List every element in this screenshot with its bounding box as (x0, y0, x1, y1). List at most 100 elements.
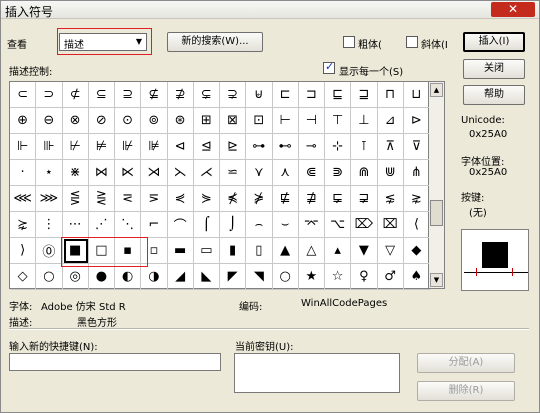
symbol-cell[interactable]: ⊕ (10, 108, 37, 134)
scroll-down-icon[interactable]: ▼ (430, 273, 443, 287)
symbol-cell[interactable]: ⋚ (62, 186, 89, 212)
symbol-cell[interactable]: ⊥ (351, 108, 378, 134)
symbol-cell[interactable]: ⊗ (62, 108, 89, 134)
new-shortcut-input[interactable] (9, 353, 221, 371)
symbol-cell[interactable]: ⋇ (62, 160, 89, 186)
symbol-cell[interactable]: ⋊ (141, 160, 168, 186)
symbol-cell[interactable]: ⊢ (272, 108, 299, 134)
symbol-cell[interactable]: ⊈ (141, 82, 168, 108)
symbol-cell[interactable]: ◣ (193, 264, 220, 290)
delete-button[interactable]: 删除(R) (417, 381, 515, 401)
close-window-button[interactable]: ✕ (491, 2, 535, 17)
symbol-cell[interactable]: ⋣ (298, 186, 325, 212)
symbol-cell[interactable]: ⋝ (141, 186, 168, 212)
symbol-cell[interactable]: ⋎ (246, 160, 273, 186)
symbol-cell[interactable]: ☆ (325, 264, 352, 290)
scroll-up-icon[interactable]: ▲ (430, 83, 443, 97)
symbol-cell[interactable]: ⊳ (403, 108, 430, 134)
symbol-cell[interactable]: △ (298, 238, 325, 264)
symbol-cell[interactable]: ⌒ (167, 212, 194, 238)
symbol-cell[interactable]: ⌡ (220, 212, 247, 238)
symbol-cell[interactable]: ♠ (403, 264, 430, 290)
symbol-cell[interactable]: ⊮ (115, 134, 142, 160)
symbol-cell[interactable]: ⋟ (193, 186, 220, 212)
symbol-cell[interactable]: ⊸ (298, 134, 325, 160)
current-key-list[interactable] (234, 353, 400, 393)
symbol-cell[interactable]: ⟨ (403, 212, 430, 238)
symbol-cell[interactable]: ⊯ (141, 134, 168, 160)
bold-checkbox[interactable] (343, 36, 355, 48)
symbol-cell[interactable]: ⌤ (298, 212, 325, 238)
symbol-cell[interactable]: ⊶ (246, 134, 273, 160)
symbol-cell[interactable]: ⊣ (298, 108, 325, 134)
symbol-cell[interactable]: ● (88, 264, 115, 290)
symbol-cell[interactable]: ⊬ (62, 134, 89, 160)
assign-button[interactable]: 分配(A) (417, 353, 515, 373)
symbol-cell[interactable]: ⊔ (403, 82, 430, 108)
symbol-cell[interactable]: ⊄ (62, 82, 89, 108)
symbol-cell[interactable]: ⊴ (193, 134, 220, 160)
view-select[interactable]: 描述 ▼ (59, 33, 147, 51)
symbol-cell[interactable]: ⌧ (377, 212, 404, 238)
symbol-cell[interactable]: ⊩ (10, 134, 37, 160)
symbol-cell[interactable]: ◥ (246, 264, 273, 290)
italic-checkbox[interactable] (406, 36, 418, 48)
symbol-cell[interactable]: ⊽ (403, 134, 430, 160)
symbol-cell[interactable]: ⊊ (193, 82, 220, 108)
grid-scrollbar[interactable]: ▲ ▼ (429, 81, 445, 289)
symbol-cell[interactable]: ⋜ (115, 186, 142, 212)
symbol-cell[interactable]: ⋤ (325, 186, 352, 212)
symbol-cell[interactable]: ⊃ (36, 82, 63, 108)
symbol-cell[interactable]: ⋰ (88, 212, 115, 238)
symbol-cell[interactable]: ⋍ (220, 160, 247, 186)
show-each-checkbox[interactable] (323, 60, 335, 74)
symbol-cell[interactable]: ⋉ (115, 160, 142, 186)
symbol-cell[interactable]: ⟩ (10, 238, 37, 264)
symbol-cell[interactable]: ⋆ (36, 160, 63, 186)
symbol-cell[interactable]: ⊘ (88, 108, 115, 134)
symbol-cell[interactable]: ⊠ (220, 108, 247, 134)
symbol-cell[interactable]: ⋠ (220, 186, 247, 212)
symbol-cell[interactable]: ⊂ (10, 82, 37, 108)
symbol-cell[interactable]: □ (88, 238, 115, 264)
symbol-cell[interactable]: ⊵ (220, 134, 247, 160)
symbol-cell[interactable]: ⌣ (272, 212, 299, 238)
symbol-cell[interactable]: ♂ (377, 264, 404, 290)
symbol-cell[interactable]: ⊌ (246, 82, 273, 108)
symbol-cell[interactable]: ⋥ (351, 186, 378, 212)
symbol-cell[interactable]: ▲ (272, 238, 299, 264)
close-button[interactable]: 关闭 (463, 59, 525, 79)
symbol-cell[interactable]: ◎ (62, 264, 89, 290)
symbol-cell[interactable]: ⊪ (36, 134, 63, 160)
symbol-cell[interactable]: ⊤ (325, 108, 352, 134)
symbol-cell[interactable]: ⋦ (377, 186, 404, 212)
symbol-cell[interactable]: ⌦ (351, 212, 378, 238)
symbol-cell[interactable]: ▼ (351, 238, 378, 264)
symbol-cell[interactable]: ◇ (10, 264, 37, 290)
symbol-cell[interactable]: ⋯ (62, 212, 89, 238)
symbol-cell[interactable]: ⊹ (325, 134, 352, 160)
symbol-cell[interactable]: ⋛ (88, 186, 115, 212)
symbol-cell[interactable]: ⋱ (115, 212, 142, 238)
symbol-cell[interactable]: ⌥ (325, 212, 352, 238)
symbol-cell[interactable]: ⊋ (220, 82, 247, 108)
symbol-cell[interactable]: ⊺ (351, 134, 378, 160)
symbol-cell[interactable]: ○ (36, 264, 63, 290)
symbol-cell[interactable]: ⋓ (377, 160, 404, 186)
symbol-cell[interactable]: ⌢ (246, 212, 273, 238)
symbol-cell[interactable]: ♀ (351, 264, 378, 290)
symbol-cell[interactable]: ⊒ (351, 82, 378, 108)
symbol-cell[interactable]: ⊲ (167, 134, 194, 160)
symbol-cell[interactable]: ⊛ (167, 108, 194, 134)
symbol-cell[interactable]: ⋘ (10, 186, 37, 212)
symbol-cell[interactable]: ⊷ (272, 134, 299, 160)
symbol-cell[interactable]: ⊆ (88, 82, 115, 108)
symbol-cell[interactable]: ⋙ (36, 186, 63, 212)
symbol-cell[interactable]: ▬ (167, 238, 194, 264)
symbol-cell[interactable]: ⋮ (36, 212, 63, 238)
symbol-cell[interactable]: ▴ (325, 238, 352, 264)
symbol-cell[interactable]: ⋌ (193, 160, 220, 186)
symbol-cell[interactable]: ⋒ (351, 160, 378, 186)
symbol-cell[interactable]: ★ (298, 264, 325, 290)
symbol-cell[interactable]: ⊉ (167, 82, 194, 108)
